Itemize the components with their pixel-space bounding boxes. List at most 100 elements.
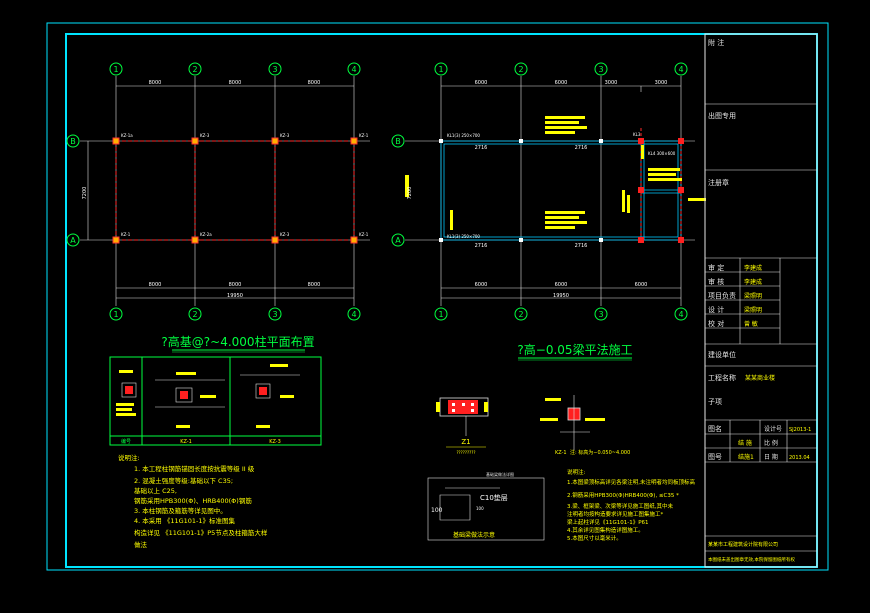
dimension-text: 6000 bbox=[635, 282, 648, 288]
inner-frame bbox=[65, 33, 818, 568]
column-schedule-table: 编号 KZ-1 KZ-3 bbox=[109, 356, 322, 446]
axis-label: 1 bbox=[113, 65, 118, 74]
column-label: KZ-1 bbox=[359, 133, 369, 138]
column-label: KZ-1 bbox=[121, 232, 131, 237]
svg-text:KL1(3) 250×700: KL1(3) 250×700 bbox=[447, 234, 480, 239]
axis-label: 4 bbox=[678, 65, 683, 74]
plan-right-title: ?高−0.05梁平法施工 bbox=[517, 342, 632, 357]
notes-heading: 说明注: bbox=[118, 453, 140, 462]
beam-label: 2716 bbox=[475, 145, 488, 151]
table-cell: KZ-1 bbox=[180, 439, 192, 445]
section-note: 注: 标高为−0.050~4.000 bbox=[570, 449, 630, 456]
notes-left: 说明注: 1. 本工程柱钢筋锚固长度按抗震等级 II 级 2. 混凝土强度等级:… bbox=[118, 453, 268, 549]
column-label: KZ-1 bbox=[359, 232, 369, 237]
column-marker bbox=[112, 236, 120, 244]
dimension-text: 8000 bbox=[229, 80, 242, 86]
column-label: KZ-2a bbox=[200, 232, 212, 237]
dimension-text: 3000 bbox=[655, 80, 668, 86]
design-no-label: 设计号 bbox=[764, 425, 782, 433]
foundation-note: C10垫层 bbox=[480, 493, 508, 502]
dimension-text: 8000 bbox=[149, 282, 162, 288]
role-name: 李建成 bbox=[744, 278, 762, 286]
beam-label: 2716 bbox=[575, 145, 588, 151]
design-no: SJ2013-1 bbox=[789, 427, 811, 433]
svg-text:KL3: KL3 bbox=[633, 132, 641, 137]
table-row-header: 编号 bbox=[121, 438, 131, 445]
drawing-name: 结 施 bbox=[738, 439, 752, 447]
note-line: 4.其余详见图集构造详图施工。 bbox=[567, 526, 644, 534]
foundation-dim: 100 bbox=[476, 506, 484, 511]
column-marker bbox=[271, 236, 279, 244]
role-label: 设 计 bbox=[708, 305, 724, 314]
project-label: 工程名称 bbox=[708, 373, 736, 382]
svg-text:KL1(3) 250×700: KL1(3) 250×700 bbox=[447, 133, 480, 138]
role-label: 审 核 bbox=[708, 277, 724, 286]
dimension-text: 6000 bbox=[475, 282, 488, 288]
role-name: 李建成 bbox=[744, 264, 762, 272]
date-label: 日 期 bbox=[764, 453, 778, 461]
dimension-side: 7200 bbox=[82, 187, 88, 200]
axis-label: 4 bbox=[351, 65, 356, 74]
notes-label: 附 注 bbox=[708, 38, 724, 47]
dimension-text: 8000 bbox=[149, 80, 162, 86]
dimension-text: 3000 bbox=[605, 80, 618, 86]
dimension-total: 19950 bbox=[553, 293, 569, 299]
drawing-no-label: 图号 bbox=[708, 453, 722, 461]
axis-label: 3 bbox=[272, 310, 277, 319]
dimension-side: 7200 bbox=[407, 187, 413, 200]
axis-label: 2 bbox=[518, 65, 523, 74]
column-label: KZ-3 bbox=[280, 133, 290, 138]
dimension-text: 8000 bbox=[308, 282, 321, 288]
axis-label: 3 bbox=[598, 65, 603, 74]
scale-label: 比 例 bbox=[764, 439, 778, 447]
drawing-no: 结施1 bbox=[738, 453, 754, 461]
column-marker bbox=[191, 236, 199, 244]
role-label: 项目负责 bbox=[708, 291, 736, 300]
dimension-text: 8000 bbox=[308, 80, 321, 86]
axis-label: 1 bbox=[113, 310, 118, 319]
column-marker bbox=[271, 137, 279, 145]
note-line: 1. 本工程柱钢筋锚固长度按抗震等级 II 级 bbox=[134, 464, 255, 473]
stamp-label: 出图专用 bbox=[708, 111, 736, 120]
plan-left-title: ?高基@?~4.000柱平面布置 bbox=[161, 334, 314, 349]
note-line: 做法 bbox=[134, 540, 148, 549]
section-label: KZ-1 bbox=[555, 450, 567, 456]
note-line: 2.钢筋采用HPB300(Φ)HRB400(Φ), ≤C35 * bbox=[567, 491, 679, 499]
date: 2013.04 bbox=[789, 455, 810, 461]
axis-label: B bbox=[395, 137, 401, 146]
note-line: 梁上起柱详见《11G101-1》P61 bbox=[567, 518, 649, 526]
notes-heading: 说明注: bbox=[567, 468, 586, 476]
axis-label: 2 bbox=[192, 65, 197, 74]
axis-label: 2 bbox=[192, 310, 197, 319]
column-marker bbox=[112, 137, 120, 145]
axis-label: A bbox=[395, 236, 401, 245]
svg-text:?????????: ????????? bbox=[456, 450, 475, 455]
title-block: 附 注 出图专用 注册章 审 定 审 核 项目负责 设 计 校 对 建设单位 工… bbox=[704, 33, 818, 568]
role-name: 梁照明 bbox=[744, 306, 762, 314]
beam-plan-right: KL1(3) 250×700 KL1(3) 250×700 KL3 KL4 30… bbox=[391, 62, 706, 361]
project-name: 某某商业楼 bbox=[745, 374, 775, 382]
role-label: 校 对 bbox=[708, 319, 724, 328]
note-line: 1.本图梁顶标高详见各梁注明,未注明者均同板顶标高 bbox=[567, 478, 695, 486]
axis-label: B bbox=[70, 137, 76, 146]
column-marker bbox=[350, 236, 358, 244]
cad-drawing: KZ-1a KZ-3 KZ-3 KZ-1 KZ-1 KZ-2a KZ-3 KZ-… bbox=[46, 22, 829, 571]
role-label: 审 定 bbox=[708, 263, 724, 272]
dimension-text: 8000 bbox=[229, 282, 242, 288]
dimension-text: 6000 bbox=[555, 80, 568, 86]
column-plan-left: KZ-1a KZ-3 KZ-3 KZ-1 KZ-1 KZ-2a KZ-3 KZ-… bbox=[66, 62, 370, 353]
axis-label: 4 bbox=[351, 310, 356, 319]
note-line: 2. 混凝土强度等级:基础以下 C35; bbox=[134, 476, 233, 485]
bottom-note: 本图纸未盖出图章无效,本院保留图纸所有权 bbox=[708, 556, 795, 563]
company-name: 某某市工程建筑设计院有限公司 bbox=[708, 541, 778, 548]
axis-label: 2 bbox=[518, 310, 523, 319]
note-line: 基础以上 C25, bbox=[134, 486, 177, 495]
beam-label: 2716 bbox=[475, 243, 488, 249]
column-marker bbox=[350, 137, 358, 145]
axis-label: 1 bbox=[438, 310, 443, 319]
role-name: 曾 敏 bbox=[744, 320, 758, 328]
svg-text:100: 100 bbox=[431, 507, 443, 514]
foundation-title: 基础梁做法详图 bbox=[486, 471, 514, 477]
table-cell: KZ-3 bbox=[269, 439, 281, 445]
beam-label: 2716 bbox=[575, 243, 588, 249]
